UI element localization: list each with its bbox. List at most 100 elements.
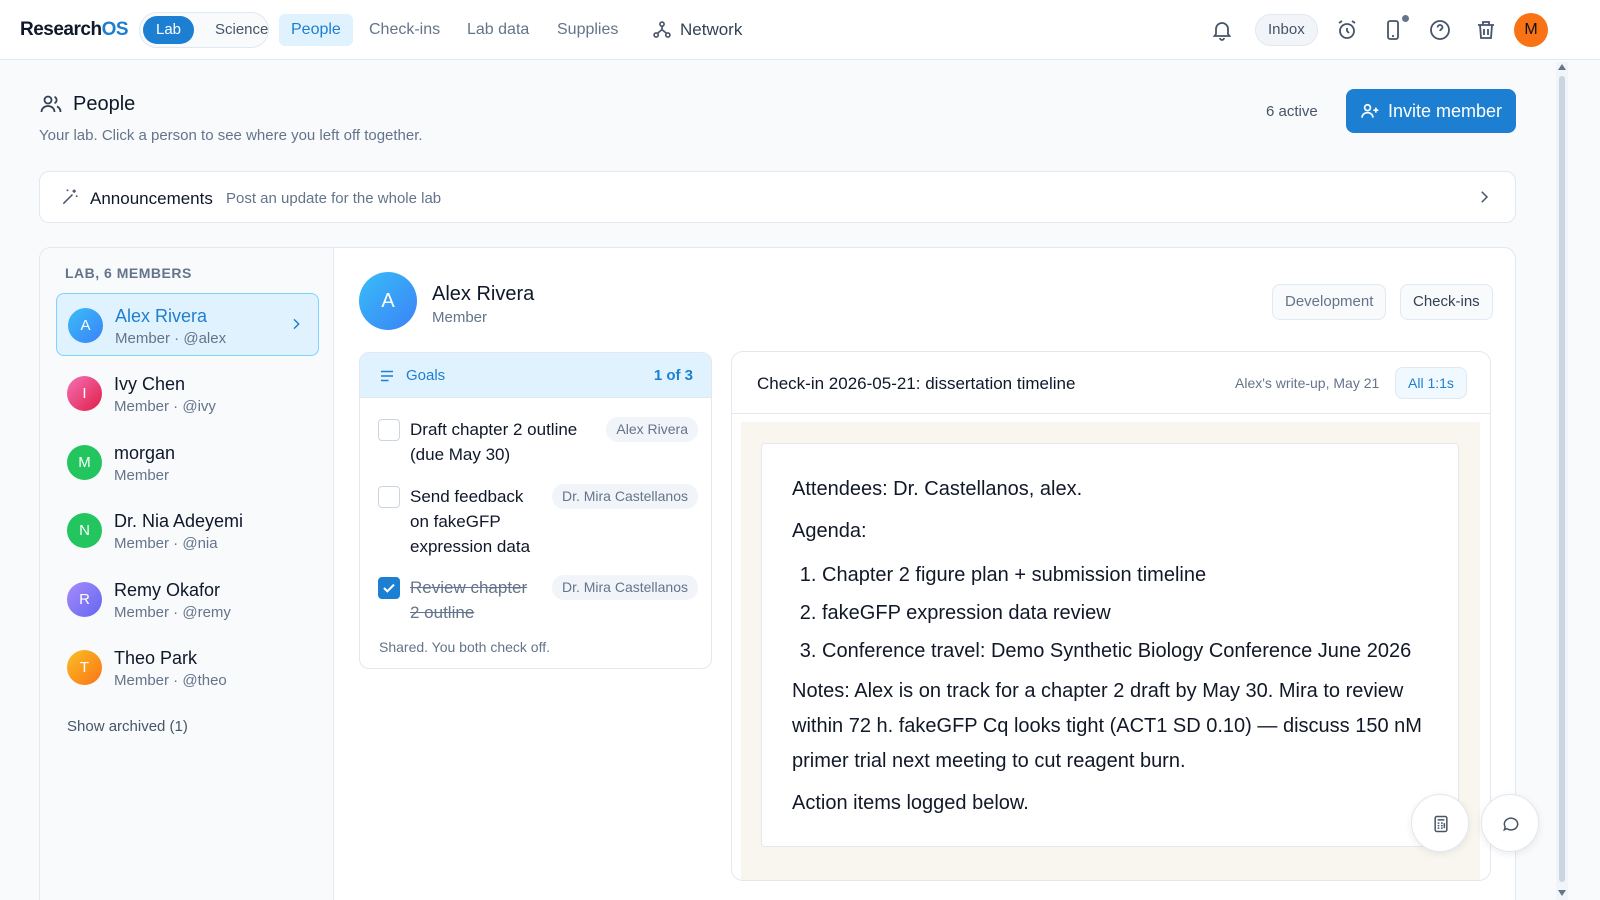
people-panel: LAB, 6 MEMBERS A Alex Rivera Member · @a… [39, 247, 1516, 900]
chat-button[interactable] [1481, 794, 1539, 852]
notes-text: Notes: Alex is on track for a chapter 2 … [792, 680, 1422, 772]
chevron-right-icon [293, 318, 300, 330]
logo-text: Research [20, 19, 102, 40]
goal-checkbox[interactable] [378, 577, 400, 599]
trash-icon[interactable] [1474, 18, 1498, 42]
page-title: People [39, 92, 135, 116]
page-scrollbar[interactable] [1556, 62, 1568, 900]
goal-text: Send feedback on fakeGFP expression data [410, 487, 531, 556]
top-nav-bar: ResearchOS Lab Science People Check-ins … [0, 0, 1600, 60]
member-name: Alex Rivera [115, 306, 208, 326]
active-count: 6 active [1266, 103, 1318, 120]
detail-avatar: A [359, 272, 417, 330]
page-subtitle: Your lab. Click a person to see where yo… [39, 127, 423, 144]
goal-text: Draft chapter 2 outline (due May 30) [410, 420, 578, 464]
avatar: N [67, 513, 102, 548]
agenda-label: Agenda: [792, 520, 867, 542]
all-one-on-ones-button[interactable]: All 1:1s [1395, 367, 1467, 399]
check-in-note: Attendees: Dr. Castellanos, alex. Agenda… [761, 443, 1459, 847]
member-item-ivy[interactable]: I Ivy Chen Member · @ivy [56, 362, 319, 425]
scroll-thumb[interactable] [1559, 76, 1565, 882]
goal-text: Review chapter 2 outline [410, 578, 528, 622]
mode-switch: Lab Science [139, 12, 269, 48]
member-sidebar: LAB, 6 MEMBERS A Alex Rivera Member · @a… [40, 248, 334, 900]
mode-science-option[interactable]: Science [202, 16, 281, 44]
nav-check-ins[interactable]: Check-ins [357, 14, 452, 46]
announcements-bar[interactable]: Announcements Post an update for the who… [39, 171, 1516, 223]
add-user-icon [1361, 103, 1379, 118]
chat-icon [1503, 817, 1519, 832]
alarm-clock-icon[interactable] [1335, 18, 1359, 42]
goals-title: Goals [406, 367, 446, 384]
member-name: Ivy Chen [114, 374, 186, 394]
scroll-up-arrow[interactable] [1558, 64, 1566, 70]
notification-dot [1401, 14, 1410, 23]
member-item-remy[interactable]: R Remy Okafor Member · @remy [56, 568, 319, 631]
member-item-alex[interactable]: A Alex Rivera Member · @alex [56, 293, 319, 356]
check-icon [383, 583, 395, 593]
avatar: M [67, 445, 102, 480]
goal-owner: Dr. Mira Castellanos [551, 575, 698, 600]
invite-member-button[interactable]: Invite member [1346, 89, 1516, 133]
check-in-header: Check-in 2026-05-21: dissertation timeli… [732, 352, 1490, 414]
nav-network[interactable]: Network [652, 14, 742, 46]
magic-wand-icon [62, 189, 78, 205]
network-icon [653, 21, 671, 38]
check-in-card: Check-in 2026-05-21: dissertation timeli… [731, 351, 1491, 881]
detail-name: Alex Rivera [432, 283, 535, 305]
detail-role: Member [432, 309, 488, 326]
goals-card: Goals 1 of 3 Draft chapter 2 outline (du… [359, 352, 712, 669]
member-role: Member · @theo [114, 672, 227, 689]
agenda-item: Chapter 2 figure plan + submission timel… [822, 556, 1428, 594]
goal-owner: Dr. Mira Castellanos [551, 484, 698, 509]
member-role: Member · @ivy [114, 398, 216, 415]
logo-accent-text: OS [101, 19, 129, 40]
nav-people[interactable]: People [279, 14, 353, 46]
goal-checkbox[interactable] [378, 486, 400, 508]
people-icon [40, 95, 62, 113]
check-in-title: Check-in 2026-05-21: dissertation timeli… [757, 374, 1076, 393]
announcements-title: Announcements [90, 189, 213, 208]
tab-check-ins[interactable]: Check-ins [1400, 284, 1493, 320]
help-icon[interactable] [1428, 18, 1452, 42]
goals-header[interactable]: Goals 1 of 3 [360, 353, 711, 398]
mode-lab-option[interactable]: Lab [143, 16, 195, 44]
bell-icon[interactable] [1210, 18, 1234, 42]
check-in-body: Attendees: Dr. Castellanos, alex. Agenda… [741, 422, 1480, 880]
app-logo[interactable]: ResearchOS [20, 19, 129, 41]
nav-supplies[interactable]: Supplies [545, 14, 630, 46]
calculator-icon [1434, 815, 1448, 833]
agenda-list: Chapter 2 figure plan + submission timel… [822, 556, 1428, 670]
goals-count: 1 of 3 [653, 367, 693, 384]
member-item-theo[interactable]: T Theo Park Member · @theo [56, 636, 319, 699]
member-name: Dr. Nia Adeyemi [114, 511, 244, 531]
inbox-button[interactable]: Inbox [1255, 14, 1318, 46]
scroll-down-arrow[interactable] [1558, 890, 1566, 896]
member-role: Member [114, 467, 170, 484]
calculator-button[interactable] [1411, 794, 1469, 852]
member-item-nia[interactable]: N Dr. Nia Adeyemi Member · @nia [56, 499, 319, 562]
member-list-heading: LAB, 6 MEMBERS [65, 265, 192, 281]
list-icon [381, 370, 393, 382]
tab-development[interactable]: Development [1272, 284, 1387, 320]
check-in-meta: Alex's write-up, May 21 [1235, 375, 1380, 391]
avatar: T [67, 650, 102, 685]
agenda-item: Conference travel: Demo Synthetic Biolog… [822, 632, 1428, 670]
attendees-text: Attendees: Dr. Castellanos, alex. [792, 478, 1083, 500]
goal-owner: Alex Rivera [606, 417, 698, 442]
chevron-right-icon [1481, 191, 1489, 203]
member-role: Member · @nia [114, 535, 218, 552]
show-archived-link[interactable]: Show archived (1) [67, 718, 188, 735]
member-role: Member · @remy [114, 604, 231, 621]
page-title-text: People [73, 92, 136, 115]
invite-member-label: Invite member [1387, 100, 1503, 121]
announcements-hint: Post an update for the whole lab [226, 190, 442, 207]
network-label: Network [680, 20, 743, 39]
user-avatar[interactable]: M [1514, 13, 1548, 47]
member-name: Remy Okafor [114, 580, 221, 600]
goal-checkbox[interactable] [378, 419, 400, 441]
agenda-item: fakeGFP expression data review [822, 594, 1428, 632]
member-name: morgan [114, 443, 176, 463]
nav-lab-data[interactable]: Lab data [455, 14, 541, 46]
member-item-morgan[interactable]: M morgan Member [56, 431, 319, 494]
